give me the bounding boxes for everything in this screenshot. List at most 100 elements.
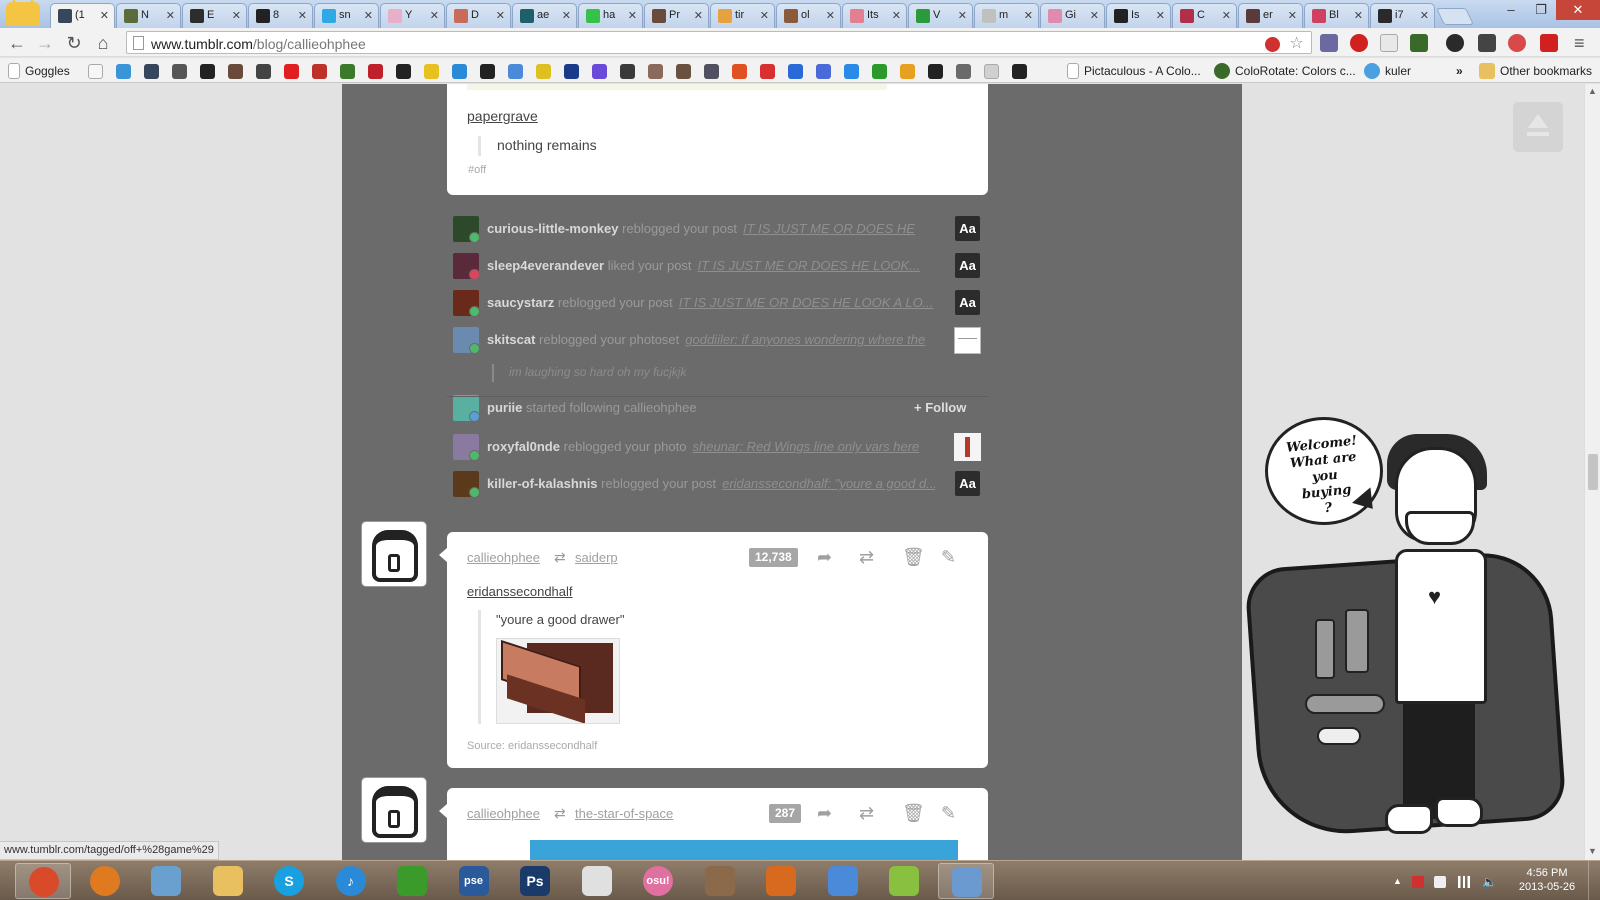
bookmark-icon[interactable]	[424, 64, 439, 79]
taskbar-app-paint[interactable]	[138, 863, 194, 899]
taskbar-app-explorer[interactable]	[200, 863, 256, 899]
close-tab-icon[interactable]: ✕	[1090, 9, 1099, 22]
back-icon[interactable]: ←	[6, 32, 28, 54]
bookmark-icon[interactable]	[984, 64, 999, 79]
notification-user-link[interactable]: sleep4everandever	[487, 258, 604, 273]
notification-user-link[interactable]: skitscat	[487, 332, 535, 347]
browser-tab[interactable]: Gi ✕	[1040, 3, 1105, 28]
close-tab-icon[interactable]: ✕	[892, 9, 901, 22]
browser-tab[interactable]: N ✕	[116, 3, 181, 28]
browser-tab[interactable]: ha ✕	[578, 3, 643, 28]
bookmark-icon[interactable]	[396, 64, 411, 79]
notification-excerpt-link[interactable]: IT IS JUST ME OR DOES HE	[743, 221, 915, 236]
drawer-image[interactable]	[496, 638, 620, 724]
browser-tab[interactable]: i7 ✕	[1370, 3, 1435, 28]
browser-tab[interactable]: sn ✕	[314, 3, 379, 28]
notification-excerpt-link[interactable]: IT IS JUST ME OR DOES HE LOOK A LO...	[679, 295, 934, 310]
post-photo[interactable]	[530, 840, 958, 860]
photo-thumbnail[interactable]	[954, 433, 981, 461]
bookmark-colorotate[interactable]: ColoRotate: Colors c...	[1214, 62, 1356, 80]
taskbar-app-photoshop[interactable]: Ps	[507, 863, 563, 899]
bookmark-star-icon[interactable]: ☆	[1289, 36, 1304, 52]
taskbar-app-app-mushroom[interactable]	[753, 863, 809, 899]
bookmarks-overflow-button[interactable]: »	[1456, 62, 1463, 80]
notification-excerpt-link[interactable]: sheunar: Red Wings line only vars here	[692, 439, 919, 454]
close-tab-icon[interactable]: ✕	[100, 9, 109, 22]
close-tab-icon[interactable]: ✕	[430, 9, 439, 22]
restore-button[interactable]: ❐	[1526, 0, 1556, 20]
bookmark-icon[interactable]	[312, 64, 327, 79]
address-bar[interactable]: www.tumblr.com/blog/callieohphee ☆	[126, 31, 1312, 54]
scroll-up-icon[interactable]: ▲	[1588, 86, 1597, 96]
post-author-link[interactable]: callieohphee	[467, 806, 540, 821]
share-icon[interactable]: ➦	[817, 547, 832, 568]
taskbar-app-itunes[interactable]: ♪	[323, 863, 379, 899]
close-tab-icon[interactable]: ✕	[1024, 9, 1033, 22]
bookmark-icon[interactable]	[592, 64, 607, 79]
bookmark-icon[interactable]	[172, 64, 187, 79]
close-tab-icon[interactable]: ✕	[760, 9, 769, 22]
tray-icon[interactable]	[1434, 876, 1446, 888]
user-avatar-icon[interactable]	[6, 0, 40, 26]
text-post-thumbnail[interactable]: Aa	[955, 253, 980, 278]
close-tab-icon[interactable]: ✕	[628, 9, 637, 22]
bookmark-icon[interactable]	[676, 64, 691, 79]
taskbar-app-chrome[interactable]	[15, 863, 71, 899]
bookmark-icon[interactable]	[788, 64, 803, 79]
scroll-down-icon[interactable]: ▼	[1588, 846, 1597, 856]
reload-icon[interactable]: ↻	[63, 32, 85, 54]
browser-tab[interactable]: V ✕	[908, 3, 973, 28]
forward-icon[interactable]: →	[34, 32, 56, 54]
eyedropper-icon[interactable]	[1478, 34, 1496, 52]
taskbar-app-firefox[interactable]	[77, 863, 133, 899]
bookmark-kuler[interactable]: kuler	[1364, 62, 1411, 80]
browser-tab[interactable]: D ✕	[446, 3, 511, 28]
extension-icon[interactable]	[1508, 34, 1526, 52]
edit-icon[interactable]: ✎	[941, 547, 956, 568]
bookmark-pictaculous[interactable]: Pictaculous - A Colo...	[1067, 62, 1201, 80]
bookmark-icon[interactable]	[256, 64, 271, 79]
close-tab-icon[interactable]: ✕	[166, 9, 175, 22]
notification-excerpt-link[interactable]: eridanssecondhalf: "youre a good d...	[722, 476, 935, 491]
bookmark-icon[interactable]	[228, 64, 243, 79]
notification-excerpt-link[interactable]: goddiiler: if anyones wondering where th…	[685, 332, 925, 347]
close-tab-icon[interactable]: ✕	[1222, 9, 1231, 22]
bookmark-icon[interactable]	[1012, 64, 1027, 79]
browser-tab[interactable]: Is ✕	[1106, 3, 1171, 28]
browser-tab[interactable]: Y ✕	[380, 3, 445, 28]
close-tab-icon[interactable]: ✕	[694, 9, 703, 22]
browser-tab[interactable]: (1 ✕	[50, 3, 115, 28]
extension-icon[interactable]	[1320, 34, 1338, 52]
close-tab-icon[interactable]: ✕	[298, 9, 307, 22]
browser-tab[interactable]: m ✕	[974, 3, 1039, 28]
bookmark-icon[interactable]	[564, 64, 579, 79]
bookmark-icon[interactable]	[284, 64, 299, 79]
browser-tab[interactable]: Bl ✕	[1304, 3, 1369, 28]
close-tab-icon[interactable]: ✕	[826, 9, 835, 22]
close-tab-icon[interactable]: ✕	[364, 9, 373, 22]
bookmark-icon[interactable]	[508, 64, 523, 79]
browser-tab[interactable]: Its ✕	[842, 3, 907, 28]
adblock-icon[interactable]	[1265, 37, 1280, 52]
taskbar-app-app-fox[interactable]	[692, 863, 748, 899]
notification-user-link[interactable]: puriie	[487, 400, 522, 415]
close-tab-icon[interactable]: ✕	[562, 9, 571, 22]
bookmark-icon[interactable]	[816, 64, 831, 79]
bookmark-icon[interactable]	[88, 64, 103, 79]
close-tab-icon[interactable]: ✕	[1288, 9, 1297, 22]
volume-icon[interactable]: 🔈	[1482, 876, 1497, 888]
close-tab-icon[interactable]: ✕	[1354, 9, 1363, 22]
browser-tab[interactable]: tir ✕	[710, 3, 775, 28]
taskbar-app-notepad[interactable]	[569, 863, 625, 899]
bookmark-icon[interactable]	[480, 64, 495, 79]
avatar[interactable]	[362, 778, 426, 842]
taskbar-app-app-window[interactable]	[937, 863, 994, 899]
show-desktop-button[interactable]	[1588, 861, 1600, 900]
bookmark-icon[interactable]	[116, 64, 131, 79]
text-post-thumbnail[interactable]: Aa	[955, 290, 980, 315]
extension-icon[interactable]	[1446, 34, 1464, 52]
notes-count[interactable]: 287	[769, 804, 802, 823]
share-icon[interactable]: ➦	[817, 803, 832, 824]
browser-tab[interactable]: Pr ✕	[644, 3, 709, 28]
bookmark-icon[interactable]	[760, 64, 775, 79]
